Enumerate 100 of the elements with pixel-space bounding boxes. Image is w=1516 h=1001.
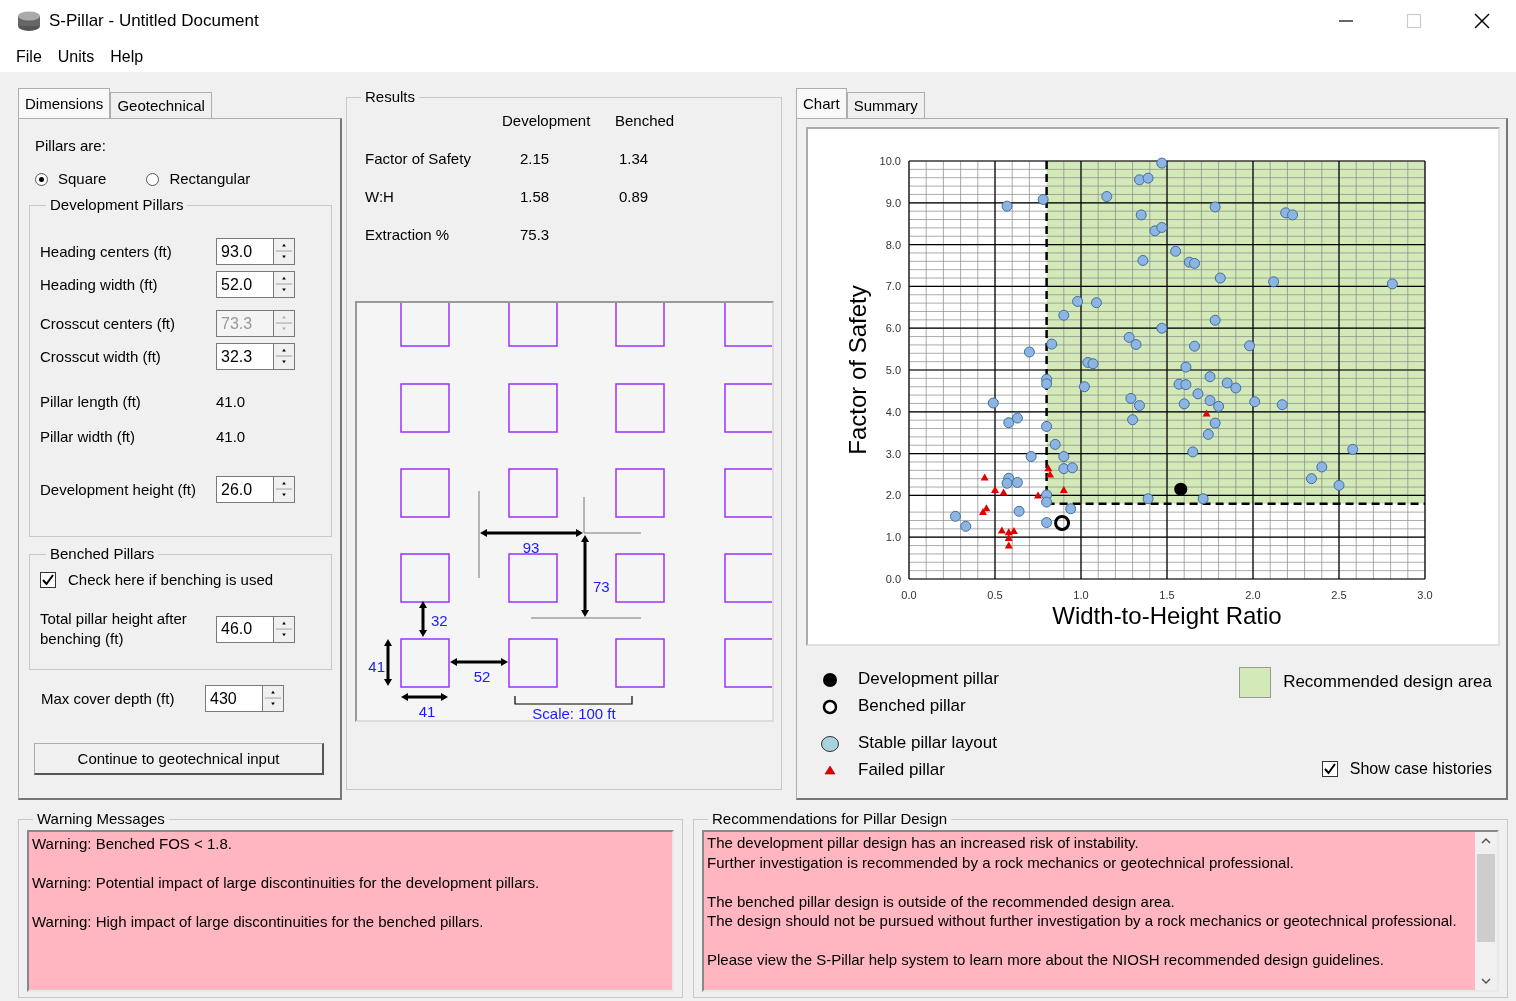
- stable-pillar-marker: [1306, 473, 1317, 485]
- stable-pillar-marker: [1268, 276, 1280, 288]
- dimension-arrow: [419, 601, 427, 637]
- checkbox[interactable]: [40, 572, 56, 588]
- spin-buttons[interactable]: [273, 238, 295, 265]
- field-label: Max cover depth (ft): [41, 689, 176, 708]
- radio-button[interactable]: [35, 172, 48, 186]
- checkbox[interactable]: [1321, 760, 1338, 777]
- radio-label[interactable]: Square: [58, 170, 107, 188]
- tab[interactable]: Dimensions: [18, 88, 111, 118]
- continue-button[interactable]: Continue to geotechnical input: [34, 743, 324, 775]
- spin-buttons[interactable]: [273, 271, 295, 298]
- dimension-arrow: [450, 658, 508, 666]
- stable-pillar-marker: [1316, 461, 1328, 473]
- tick-label: 2.5: [1331, 589, 1347, 601]
- group-title: Recommendations for Pillar Design: [711, 810, 949, 828]
- stable-pillar-marker: [1013, 505, 1025, 517]
- tab[interactable]: Geotechnical: [110, 92, 212, 118]
- stable-pillar-marker: [1142, 172, 1154, 184]
- tick-label: 2.0: [885, 489, 901, 502]
- stable-pillar-marker: [1213, 400, 1225, 412]
- close-icon: [1474, 13, 1490, 29]
- tick-label: 1.5: [1159, 589, 1175, 601]
- number-field[interactable]: 26.0: [216, 476, 273, 503]
- stable-pillar-marker: [1187, 446, 1199, 458]
- stable-pillar-marker: [1156, 221, 1168, 233]
- menu-item[interactable]: File: [8, 47, 50, 67]
- result-value: 2.15: [519, 150, 551, 169]
- stable-pillar-marker: [1130, 339, 1142, 350]
- stable-pillar-marker: [1001, 200, 1013, 212]
- menu-item[interactable]: Units: [49, 47, 103, 67]
- radio-label[interactable]: Rectangular: [169, 170, 251, 188]
- failed-pillar-marker: [1034, 491, 1042, 499]
- number-field[interactable]: 46.0: [216, 615, 273, 643]
- field-label: Pillar length (ft): [40, 392, 142, 411]
- stable-pillar-marker: [1276, 399, 1288, 411]
- stable-pillar-marker: [1041, 378, 1053, 390]
- number-field[interactable]: 93.0: [216, 238, 273, 265]
- window-title: S-Pillar - Untitled Document: [49, 10, 259, 32]
- spin-buttons[interactable]: [262, 685, 284, 712]
- tab[interactable]: Summary: [846, 92, 925, 118]
- stable-pillar-marker: [1156, 157, 1168, 169]
- stable-pillar-marker: [1333, 479, 1345, 491]
- field-value: 41.0: [216, 392, 246, 411]
- stable-pillar-marker: [1001, 477, 1013, 489]
- result-value: 1.58: [519, 188, 551, 207]
- recommendation-text: Further investigation is recommended by a rock mechanics or geotechnical professional.: [707, 852, 1295, 872]
- stable-pillar-marker: [1209, 201, 1221, 213]
- stable-pillar-marker: [1189, 257, 1200, 269]
- result-value: 1.34: [618, 150, 650, 169]
- stable-pillar-marker: [1209, 314, 1221, 326]
- stable-pillar-marker: [1058, 309, 1070, 321]
- result-value: 0.89: [618, 188, 650, 207]
- tick-label: 0.0: [885, 573, 901, 585]
- stable-pillar-marker: [1142, 493, 1154, 505]
- spin-buttons[interactable]: [273, 310, 295, 337]
- radio-button[interactable]: [146, 172, 160, 186]
- tab[interactable]: Chart: [796, 88, 847, 118]
- legend-label: Recommended design area: [1283, 671, 1492, 693]
- app-icon: [17, 10, 41, 32]
- stable-pillar-marker: [1072, 295, 1084, 307]
- recommendation-text: The design should not be pursued without further investigation by a rock mechanics or geotechnical professional.: [707, 911, 1458, 931]
- stable-pillar-marker: [1386, 278, 1398, 290]
- dimension-label: 41: [368, 658, 385, 675]
- stable-pillar-marker: [1180, 379, 1192, 391]
- failed-pillar-marker: [980, 473, 989, 481]
- dimension-label: Scale: 100 ft: [532, 705, 616, 722]
- stable-pillar-marker: [1011, 476, 1023, 488]
- result-value: 75.3: [519, 226, 551, 245]
- recommendation-text: The benched pillar design is outside of the recommended design area.: [707, 891, 1176, 911]
- checkbox-label[interactable]: Show case histories: [1349, 758, 1492, 779]
- spin-buttons[interactable]: [273, 615, 295, 643]
- field-label: Pillars are:: [35, 137, 107, 155]
- stable-pillar-marker: [1230, 382, 1242, 394]
- stable-pillar-marker: [1127, 414, 1139, 426]
- legend-label: Failed pillar: [858, 760, 945, 781]
- stable-pillar-marker: [1137, 255, 1149, 266]
- checkbox-label[interactable]: Check here if benching is used: [68, 571, 274, 589]
- stable-pillar-marker: [1287, 209, 1299, 221]
- stable-pillar-marker: [1221, 377, 1233, 389]
- dimension-label: 32: [431, 612, 448, 629]
- number-field[interactable]: 430: [205, 685, 262, 712]
- spin-buttons[interactable]: [273, 343, 295, 370]
- stable-pillar-marker: [1178, 398, 1190, 410]
- tick-label: 1.0: [885, 531, 901, 544]
- stable-marker-icon: [820, 733, 840, 754]
- tick-label: 5.0: [885, 364, 901, 376]
- field-label: Heading width (ft): [40, 275, 159, 294]
- scroll-thumb[interactable]: [1477, 854, 1495, 942]
- number-field[interactable]: 32.3: [216, 343, 273, 370]
- tick-label: 3.0: [1417, 589, 1433, 601]
- number-field[interactable]: 52.0: [216, 271, 273, 298]
- column-header: Benched: [615, 112, 676, 131]
- tick-label: 6.0: [885, 322, 901, 335]
- stable-pillar-marker: [1347, 443, 1359, 455]
- field-label: Crosscut centers (ft): [40, 314, 177, 333]
- spin-buttons[interactable]: [273, 476, 295, 503]
- menu-item[interactable]: Help: [102, 47, 152, 67]
- field-label: Total pillar height after benching (ft): [40, 609, 188, 649]
- tick-label: 9.0: [885, 196, 901, 209]
